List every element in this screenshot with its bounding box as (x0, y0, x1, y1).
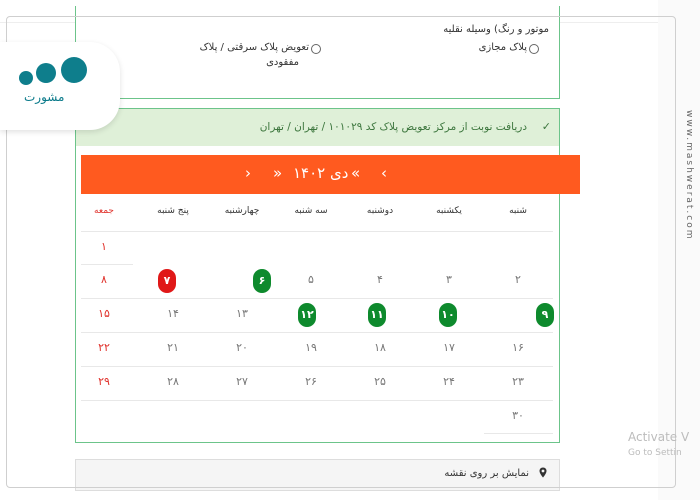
site-url: www.mashwerat.com (684, 110, 694, 241)
logo-card: مشورت (0, 42, 120, 130)
settings-watermark: Go to Settin (628, 448, 682, 458)
page: موتور و رنگ) وسیله نقلیه پلاک مجازی تعوی… (0, 0, 700, 500)
logo-icon (19, 57, 87, 85)
logo-text: مشورت (24, 90, 65, 104)
activate-watermark: Activate V (628, 430, 690, 444)
